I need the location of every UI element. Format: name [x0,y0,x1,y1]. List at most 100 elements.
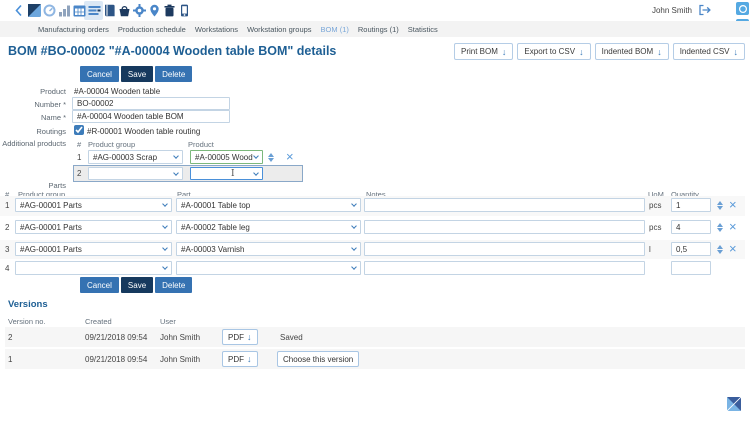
addl-row-num: 2 [77,169,81,178]
production-schedule-button[interactable] [87,3,102,18]
row-sort-handle[interactable] [717,201,723,210]
save-button[interactable]: Save [121,277,153,293]
back-button[interactable] [11,3,26,18]
choose-version-button[interactable]: Choose this version [277,351,359,367]
part-group-select[interactable]: #AG-00001 Parts [15,198,172,212]
delete-button[interactable]: Delete [155,66,192,82]
logout-icon [698,4,712,16]
part-notes-field[interactable] [364,242,645,256]
part-qty-field[interactable] [671,198,711,212]
row-sort-handle[interactable] [717,245,723,254]
addl-group-select-empty[interactable] [88,167,183,180]
nav-workstation-groups[interactable]: Workstation groups [247,25,311,34]
chevron-down-icon [162,245,168,251]
print-bom-button[interactable]: Print BOM↓ [454,43,513,60]
nav-manufacturing-orders[interactable]: Manufacturing orders [38,25,109,34]
user-area: John Smith [652,4,712,16]
chevron-down-icon [162,201,168,207]
part-qty-field[interactable] [671,261,711,275]
gauge-button[interactable] [42,3,57,18]
version-pdf-button[interactable]: PDF↓ [222,351,258,367]
part-group-select[interactable]: #AG-00001 Parts [15,242,172,256]
settings-button[interactable] [132,3,147,18]
download-icon: ↓ [734,47,739,57]
cancel-button[interactable]: Cancel [80,66,119,82]
logout-button[interactable] [698,4,712,16]
part-select[interactable]: #A-00002 Table leg [176,220,361,234]
versions-header-created: Created [85,317,112,326]
indented-csv-button[interactable]: Indented CSV↓ [673,43,745,60]
form-buttons-bottom: Cancel Save Delete [80,277,192,293]
basket-button[interactable] [117,3,132,18]
nav-bom[interactable]: BOM (1) [321,25,349,34]
routing-checkbox[interactable] [74,125,84,135]
part-row-num: 3 [5,245,9,254]
delete-button[interactable]: Delete [155,277,192,293]
part-qty-field[interactable] [671,220,711,234]
calendar-button[interactable] [72,3,87,18]
routing-value: #R-00001 Wooden table routing [87,127,200,136]
chevron-down-icon [162,223,168,229]
part-notes-field[interactable] [364,220,645,234]
version-user: John Smith [160,333,200,342]
product-label: Product [0,87,66,96]
nav-production-schedule[interactable]: Production schedule [118,25,186,34]
row-sort-handle[interactable] [717,223,723,232]
dashboard-button[interactable] [27,3,42,18]
chart-button[interactable] [57,3,72,18]
part-group-select-empty[interactable] [15,261,172,275]
export-csv-button[interactable]: Export to CSV↓ [517,43,590,60]
indented-bom-button[interactable]: Indented BOM↓ [595,43,669,60]
nav-workstations[interactable]: Workstations [195,25,238,34]
main-nav: Manufacturing orders Production schedule… [0,21,750,37]
row-delete-icon[interactable]: × [729,221,737,232]
schedule-list-icon [88,4,101,17]
help-icon [738,4,748,14]
download-icon: ↓ [247,354,252,364]
basket-icon [118,4,131,17]
part-select[interactable]: #A-00003 Varnish [176,242,361,256]
row-delete-icon[interactable]: × [286,151,294,162]
book-button[interactable] [102,3,117,18]
chevron-down-icon [162,264,168,270]
version-no: 2 [8,333,12,342]
nav-routings[interactable]: Routings (1) [358,25,399,34]
addl-header-num: # [77,140,81,149]
version-created: 09/21/2018 09:54 [85,355,147,364]
trash-button[interactable] [162,3,177,18]
row-sort-handle[interactable] [268,153,274,162]
version-created: 09/21/2018 09:54 [85,333,147,342]
book-icon [103,4,116,17]
download-icon: ↓ [247,332,252,342]
part-select[interactable]: #A-00001 Table top [176,198,361,212]
gear-icon [133,4,146,17]
map-pin-icon [148,4,161,17]
part-notes-field[interactable] [364,261,645,275]
name-field[interactable] [72,110,230,123]
version-user: John Smith [160,355,200,364]
part-row-num: 2 [5,223,9,232]
location-button[interactable] [147,3,162,18]
number-field[interactable] [72,97,230,110]
addl-group-select[interactable]: #AG-00003 Scrap [88,150,183,164]
parts-label: Parts [0,181,66,190]
row-delete-icon[interactable]: × [729,243,737,254]
row-delete-icon[interactable]: × [729,199,737,210]
version-pdf-button[interactable]: PDF↓ [222,329,258,345]
chevron-down-icon [351,223,357,229]
chevron-down-icon [173,170,179,176]
nav-statistics[interactable]: Statistics [408,25,438,34]
cancel-button[interactable]: Cancel [80,277,119,293]
mobile-button[interactable] [177,3,192,18]
text-cursor: I [231,169,235,179]
routings-label: Routings [0,127,66,136]
part-select-empty[interactable] [176,261,361,275]
part-qty-field[interactable] [671,242,711,256]
part-notes-field[interactable] [364,198,645,212]
addl-product-select-empty[interactable] [190,167,263,180]
addl-product-select[interactable]: #A-00005 Wood scrap [190,150,263,164]
part-uom: pcs [649,201,661,210]
help-button[interactable] [736,2,749,15]
part-group-select[interactable]: #AG-00001 Parts [15,220,172,234]
save-button[interactable]: Save [121,66,153,82]
